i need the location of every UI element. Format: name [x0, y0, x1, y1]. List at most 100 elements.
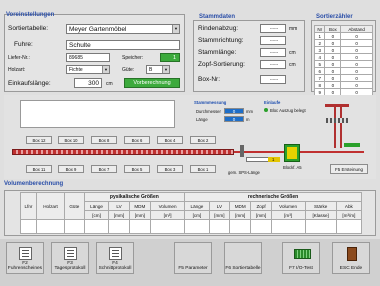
cell: 0	[340, 53, 373, 61]
unit-cell: [mm]	[228, 210, 252, 220]
f5-ersteinung-button[interactable]: F5 Ersteinung	[330, 164, 368, 174]
io-module-icon	[294, 249, 311, 259]
cell	[108, 219, 130, 234]
cell: 0	[340, 39, 373, 47]
cell: 0	[340, 67, 373, 75]
col-header: Abstand	[340, 25, 373, 33]
box-button[interactable]: Box 6	[124, 136, 150, 144]
sortiertabelle-select[interactable]: Meyer Gartenmöbel ▼	[66, 24, 180, 34]
liefer-nr-label: Liefer-Nr.:	[8, 55, 30, 61]
box-button[interactable]: Box 9	[58, 165, 84, 173]
f7-io-test-button[interactable]: F7 I/O-Test	[282, 242, 320, 274]
table-row: 400	[313, 53, 373, 61]
block-saw-yellow	[287, 147, 297, 159]
cell: 0	[340, 32, 373, 40]
box-nr-value: ------	[269, 77, 279, 82]
col-header: Stärke	[304, 201, 337, 211]
fuhre-value: Schulte	[69, 42, 91, 49]
sortierzaehler-title: Sortierzähler	[316, 14, 353, 20]
esc-ende-button[interactable]: ESC Ende	[332, 242, 370, 274]
group-header-row: Lfnr Holzart Güte pysikalische Größen re…	[19, 192, 362, 220]
status-led-icon	[264, 108, 268, 112]
cell	[250, 219, 272, 234]
box-button[interactable]: Box 1	[190, 165, 216, 173]
laenge-label: Länge	[196, 117, 208, 122]
fuhre-input[interactable]: Schulte	[66, 40, 180, 50]
unit-cell: [Klasse]	[304, 210, 337, 220]
box-button[interactable]: Box 8	[91, 136, 117, 144]
fuhre-label: Fuhre:	[14, 41, 33, 48]
box-button[interactable]: Box 5	[124, 165, 150, 173]
stammlaenge-label: Stammlänge:	[198, 49, 237, 56]
cell	[228, 219, 252, 234]
stammmessung-title: Stammmessung	[194, 100, 227, 105]
col-header: Güte	[63, 192, 85, 220]
vorberechnung-button[interactable]: Vorberechnung	[124, 78, 180, 88]
guete-select[interactable]: B ▼	[146, 65, 170, 74]
chevron-down-icon: ▼	[162, 66, 169, 73]
cell: 6	[313, 67, 326, 75]
box-button[interactable]: Box 12	[26, 136, 52, 144]
table-row: 800	[313, 81, 373, 89]
gem-sps-laenge-label: gem. SPS-Länge	[228, 170, 260, 175]
esc-label: ESC Ende	[339, 266, 363, 271]
chevron-down-icon: ▼	[172, 25, 179, 33]
col-header: Zopf	[250, 201, 272, 211]
speicher-value: 1	[160, 53, 180, 62]
f5-parameter-button[interactable]: F5 Parameter	[174, 242, 212, 274]
holzart-value: Fichte	[69, 67, 83, 73]
stammrichtung-field: ------	[260, 36, 286, 45]
sortiertabelle-value: Meyer Gartenmöbel	[69, 26, 127, 33]
box-button[interactable]: Box 2	[190, 136, 216, 144]
conveyor-belt	[12, 149, 234, 155]
unit-cell: [cm]	[184, 210, 210, 220]
col-header: Abk	[335, 201, 363, 211]
f2-fuhrenscheine-button[interactable]: F2 Fuhrenscheines	[6, 242, 44, 274]
table-row: 100	[313, 32, 373, 40]
stammlaenge-unit: cm	[289, 50, 296, 56]
unit-cell: [mm]	[250, 210, 272, 220]
cell: 0	[324, 53, 342, 61]
cell: 0	[340, 81, 373, 89]
box-button[interactable]: Box 11	[26, 165, 52, 173]
cell	[270, 219, 306, 234]
laenge-value: 0	[224, 116, 244, 122]
unit-cell: [mm]	[108, 210, 130, 220]
col-header: Nr	[313, 25, 326, 33]
liefer-nr-value: 89685	[69, 55, 83, 61]
box-button[interactable]: Box 3	[157, 165, 183, 173]
gantry-icon	[325, 104, 349, 107]
gantry-post-icon	[340, 104, 342, 148]
cell	[304, 219, 337, 234]
cell: 3	[313, 46, 326, 54]
speicher-label: Speicher:	[122, 55, 144, 61]
document-icon	[109, 247, 122, 260]
f3-tagesprotokoll-button[interactable]: F3 Tagesprotokoll	[51, 242, 89, 274]
liefer-nr-input[interactable]: 89685	[66, 53, 110, 62]
f4-schnittprotokoll-button[interactable]: F4 Schnittprotokoll	[96, 242, 134, 274]
door-exit-icon	[347, 247, 357, 261]
box-button[interactable]: Box 7	[91, 165, 117, 173]
cell	[128, 219, 152, 234]
unit-cell: [m³/m]	[335, 210, 363, 220]
holzart-select[interactable]: Fichte ▼	[66, 65, 110, 74]
group-header: rechnerische Größen	[184, 192, 362, 202]
cell: 8	[313, 81, 326, 89]
f4-label: F4 Schnittprotokoll	[98, 261, 132, 271]
unit-cell: [cm]	[83, 210, 110, 220]
holzart-label: Holzart:	[8, 67, 26, 73]
cell: 0	[324, 46, 342, 54]
table-row: 700	[313, 74, 373, 82]
cell: 0	[340, 74, 373, 82]
cell: 0	[324, 81, 342, 89]
einkaufslaenge-input[interactable]: 300	[74, 78, 102, 88]
zopf-sortierung-value: ------	[269, 62, 279, 67]
cell: 7	[313, 74, 326, 82]
stammrichtung-value: ------	[269, 38, 279, 43]
message-box	[20, 100, 175, 128]
f6-sortiertabelle-button[interactable]: F6 Sortiertabelle	[224, 242, 262, 274]
box-button[interactable]: Box 4	[157, 136, 183, 144]
cell	[63, 219, 85, 234]
arrow-right-icon	[344, 143, 360, 147]
box-button[interactable]: Box 10	[58, 136, 84, 144]
